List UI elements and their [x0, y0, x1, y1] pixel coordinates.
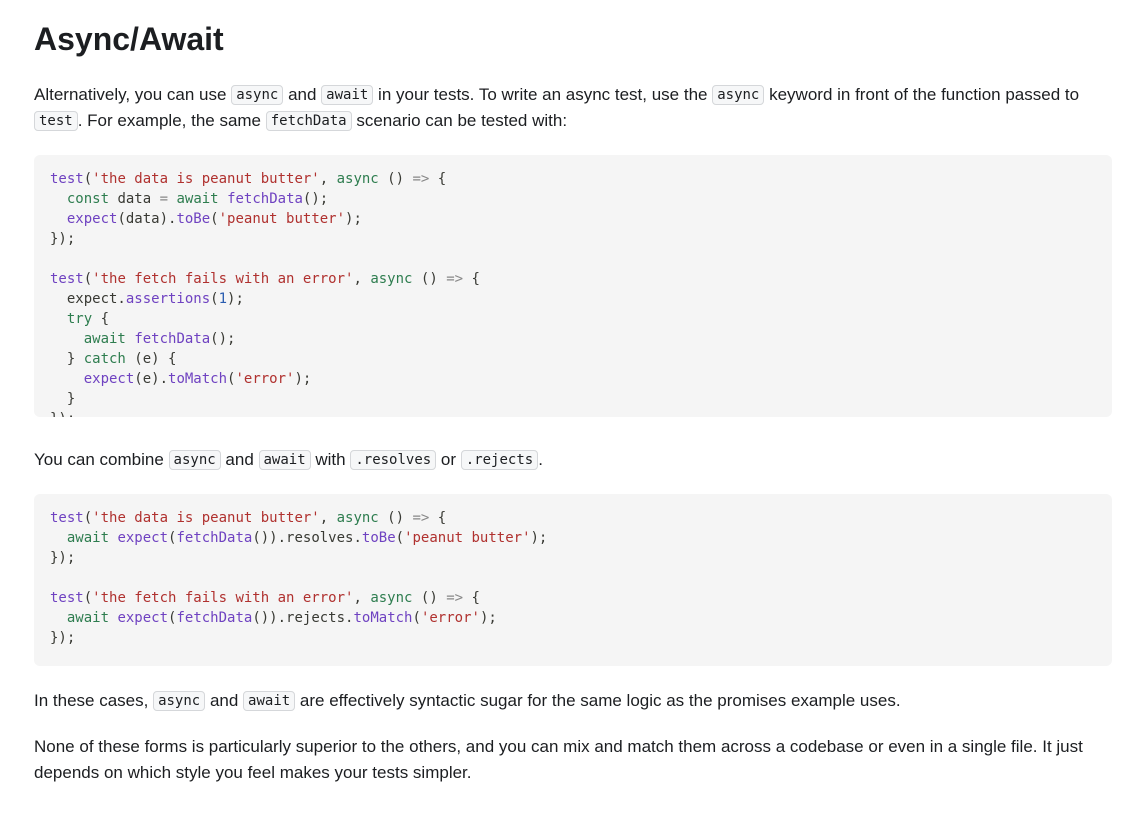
code-line: expect.assertions(1);	[50, 291, 244, 307]
code-line: test('the data is peanut butter', async …	[50, 510, 447, 526]
intro-paragraph: Alternatively, you can use async and awa…	[34, 85, 1080, 131]
inline-code: async	[168, 450, 221, 470]
code-line: expect(e).toMatch('error');	[83, 371, 312, 387]
inline-code: async	[153, 691, 206, 711]
code-block[interactable]: test('the data is peanut butter', async …	[34, 494, 1112, 666]
code-line: test('the data is peanut butter', async …	[50, 171, 447, 187]
inline-code: .rejects	[460, 450, 539, 470]
cases-paragraph: In these cases, async and await are effe…	[34, 691, 901, 711]
inline-code: await	[321, 85, 374, 105]
code-line: try {	[66, 311, 110, 327]
code-block[interactable]: test('the data is peanut butter', async …	[34, 155, 1112, 417]
code-line: });	[50, 231, 76, 247]
inline-code: test	[34, 111, 78, 131]
inline-code: async	[231, 85, 284, 105]
code-line: } catch (e) {	[50, 351, 177, 367]
combine-paragraph: You can combine async and await with .re…	[34, 450, 543, 470]
inline-code: .resolves	[350, 450, 437, 470]
code-line: const data = await fetchData();	[66, 191, 329, 207]
code-line: test('the fetch fails with an error', as…	[50, 271, 480, 287]
code-line: await expect(fetchData()).rejects.toMatc…	[66, 610, 497, 626]
inline-code: fetchData	[265, 111, 352, 131]
code-line: });	[50, 550, 76, 566]
inline-code: async	[712, 85, 765, 105]
code-line: });	[50, 630, 76, 646]
code-line: test('the fetch fails with an error', as…	[50, 590, 480, 606]
section-heading: Async/Await	[34, 21, 224, 57]
code-line: await fetchData();	[83, 331, 236, 347]
inline-code: await	[243, 691, 296, 711]
code-line: });	[50, 409, 1096, 417]
summary-paragraph: None of these forms is particularly supe…	[34, 737, 1083, 782]
code-line: await expect(fetchData()).resolves.toBe(…	[66, 530, 548, 546]
code-line: expect(data).toBe('peanut butter');	[66, 211, 362, 227]
code-line: }	[50, 391, 76, 407]
doc-page: Async/Await Alternatively, you can use a…	[0, 0, 1140, 786]
inline-code: await	[258, 450, 311, 470]
